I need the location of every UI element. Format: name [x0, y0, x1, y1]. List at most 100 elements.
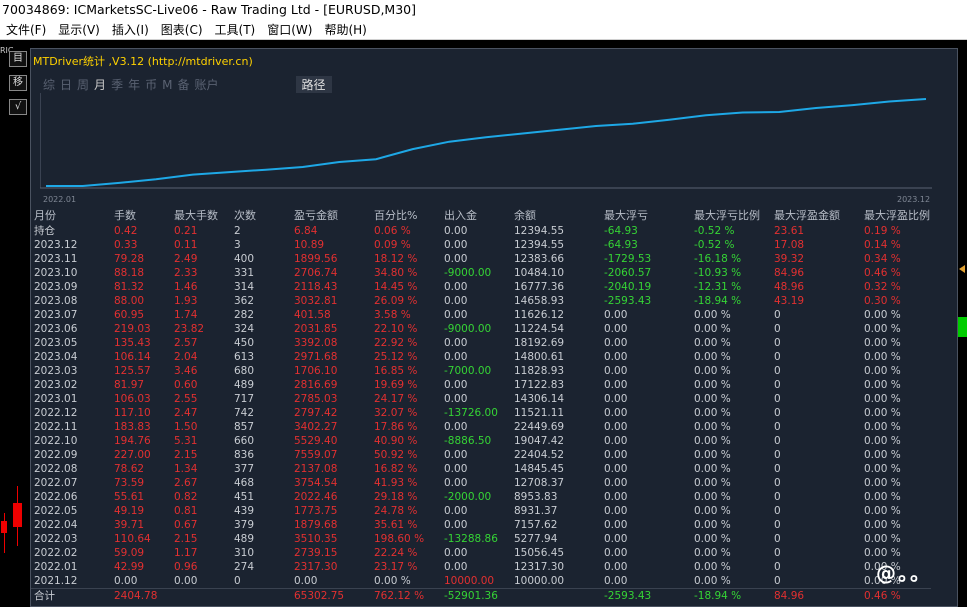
- table-cell: 2023.08: [34, 295, 78, 307]
- table-cell: 0.00: [444, 519, 468, 531]
- table-cell: 0.30 %: [864, 295, 901, 307]
- toolbar-button-2[interactable]: 移: [9, 75, 27, 91]
- balance-line-chart: [40, 93, 932, 189]
- table-cell: 8953.83: [514, 491, 558, 503]
- table-cell: 2317.30: [294, 561, 338, 573]
- menu-file[interactable]: 文件(F): [0, 20, 52, 40]
- table-cell: 0.00 %: [694, 421, 731, 433]
- col-header: 次数: [234, 209, 256, 222]
- toolbar-button-check[interactable]: √: [9, 99, 27, 115]
- table-cell: 110.64: [114, 533, 151, 545]
- table-cell: 23.61: [774, 225, 805, 237]
- table-cell: 0.00: [444, 477, 468, 489]
- tab-currency[interactable]: 币: [145, 78, 157, 92]
- table-cell: 0.00: [444, 309, 468, 321]
- menu-insert[interactable]: 插入(I): [106, 20, 155, 40]
- table-cell: 0: [774, 379, 781, 391]
- table-cell: 219.03: [114, 323, 151, 335]
- table-row: 2022.08 78.62 1.34 377 2137.08 16.82 % 0.00 148…: [31, 462, 931, 476]
- candle-wick: [4, 513, 5, 553]
- table-cell: 0.00 %: [864, 533, 901, 545]
- menu-help[interactable]: 帮助(H): [318, 20, 372, 40]
- table-cell: 2816.69: [294, 379, 338, 391]
- table-cell: 1.17: [174, 547, 198, 559]
- table-cell: 401.58: [294, 309, 331, 321]
- tab-note[interactable]: 备: [177, 78, 189, 92]
- panel-title: MTDriver统计 ,V3.12 (http://mtdriver.cn): [33, 55, 253, 68]
- table-row: 2023.01 106.03 2.55 717 2785.03 24.17 % 0.00 14…: [31, 392, 931, 406]
- col-header: 余额: [514, 209, 536, 222]
- table-cell: 12708.37: [514, 477, 565, 489]
- table-cell: 0.00: [114, 575, 138, 587]
- table-cell: 2023.06: [34, 323, 78, 335]
- table-cell: 17.08: [774, 239, 805, 251]
- tab-month[interactable]: 月: [94, 78, 106, 92]
- table-cell: 194.76: [114, 435, 151, 447]
- table-cell: 2.33: [174, 267, 198, 279]
- table-cell: 1706.10: [294, 365, 338, 377]
- table-cell: 0.00 %: [694, 309, 731, 321]
- table-cell: -18.94 %: [691, 588, 771, 603]
- menu-view[interactable]: 显示(V): [52, 20, 106, 40]
- table-cell: 106.03: [114, 393, 151, 405]
- table-cell: 0.00: [604, 477, 628, 489]
- table-cell: -12.31 %: [694, 281, 742, 293]
- table-cell: -9000.00: [444, 323, 492, 335]
- table-cell: 0.00 %: [694, 393, 731, 405]
- table-row: 2022.05 49.19 0.81 439 1773.75 24.78 % 0.00 893…: [31, 504, 931, 518]
- tab-m[interactable]: M: [162, 78, 172, 92]
- tab-quarter[interactable]: 季: [111, 78, 123, 92]
- table-cell: 660: [234, 435, 255, 447]
- table-cell: 0.00 %: [864, 463, 901, 475]
- table-cell: 0.00: [604, 379, 628, 391]
- menu-chart[interactable]: 图表(C): [155, 20, 209, 40]
- stats-panel: MTDriver统计 ,V3.12 (http://mtdriver.cn) 综…: [30, 48, 958, 607]
- table-cell: 3392.08: [294, 337, 338, 349]
- table-cell: 0.00: [444, 253, 468, 265]
- table-cell: 0.00: [444, 225, 468, 237]
- table-cell: 23.17 %: [374, 561, 418, 573]
- table-cell: 0.00: [604, 547, 628, 559]
- table-cell: 0: [234, 575, 241, 587]
- table-cell: 3032.81: [294, 295, 338, 307]
- table-cell: 22.24 %: [374, 547, 418, 559]
- table-cell: 2739.15: [294, 547, 338, 559]
- table-cell: 2404.78: [111, 588, 171, 603]
- table-cell: 183.83: [114, 421, 151, 433]
- tab-week[interactable]: 周: [77, 78, 89, 92]
- table-cell: 762.12 %: [371, 588, 441, 603]
- table-cell: 0.00: [444, 337, 468, 349]
- price-marker-icon: [959, 265, 965, 273]
- table-cell: 0.00 %: [864, 323, 901, 335]
- menu-window[interactable]: 窗口(W): [261, 20, 318, 40]
- tab-day[interactable]: 日: [60, 78, 72, 92]
- table-cell: 19.69 %: [374, 379, 418, 391]
- table-cell: 78.62: [114, 463, 145, 475]
- table-cell: 29.18 %: [374, 491, 418, 503]
- table-cell: -0.52 %: [694, 225, 735, 237]
- tab-route[interactable]: 路径: [295, 76, 332, 93]
- toolbar-button-1[interactable]: 目: [9, 51, 27, 67]
- table-cell: 2.55: [174, 393, 198, 405]
- table-cell: 10000.00: [444, 575, 495, 587]
- table-cell: 0.34 %: [864, 253, 901, 265]
- table-cell: 41.93 %: [374, 477, 418, 489]
- table-cell: 10000.00: [514, 575, 565, 587]
- tab-summary[interactable]: 综: [43, 78, 55, 92]
- table-cell: 2: [234, 225, 241, 237]
- table-cell: 0: [774, 505, 781, 517]
- table-cell: 0.32 %: [864, 281, 901, 293]
- table-cell: 0.00 %: [694, 491, 731, 503]
- table-cell: 1.46: [174, 281, 198, 293]
- table-cell: 0.00: [444, 379, 468, 391]
- tab-account[interactable]: 账户: [194, 78, 218, 92]
- tab-year[interactable]: 年: [128, 78, 140, 92]
- table-cell: 0.00: [444, 239, 468, 251]
- table-cell: 14845.45: [514, 463, 565, 475]
- monthly-stats-table: 月份 手数 最大手数 次数 盈亏金额 百分比% 出入金 余额 最大浮亏 最大浮亏…: [31, 207, 931, 603]
- table-cell: 0.00 %: [864, 435, 901, 447]
- table-cell: 0.00: [604, 533, 628, 545]
- table-cell: 14.45 %: [374, 281, 418, 293]
- menu-tools[interactable]: 工具(T): [209, 20, 262, 40]
- table-cell: 2022.03: [34, 533, 78, 545]
